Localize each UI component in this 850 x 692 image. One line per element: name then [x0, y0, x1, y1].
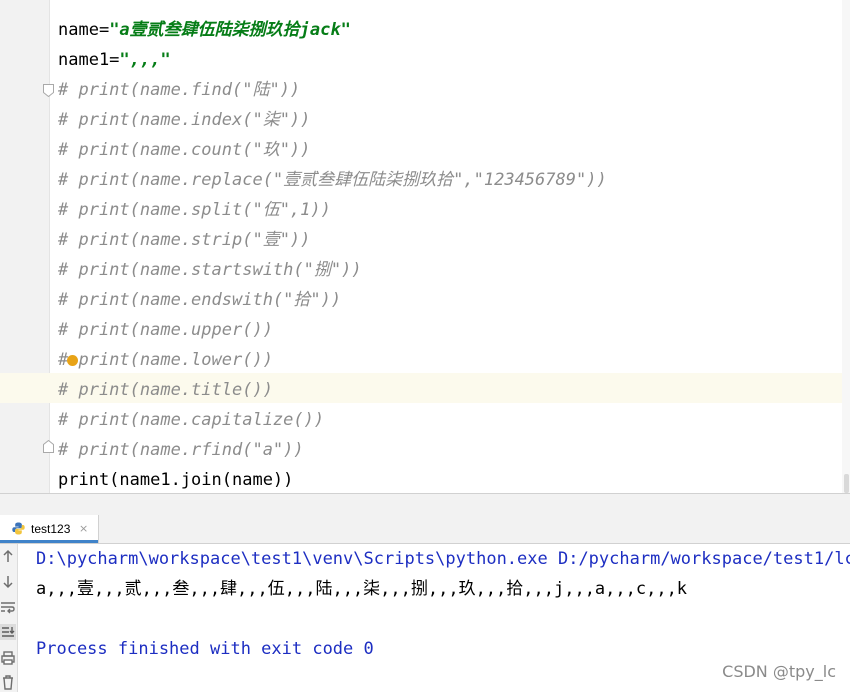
panel-divider[interactable] — [0, 493, 850, 516]
run-tab-test123[interactable]: test123 × — [0, 515, 99, 543]
code-line-16[interactable]: print(name1.join(name)) — [58, 465, 293, 493]
console-exit-status: Process finished with exit code 0 — [36, 639, 374, 659]
string-literal: "a壹贰叁肆伍陆柒捌玖拾jack" — [109, 20, 351, 40]
code-line-7[interactable]: # print(name.split("伍",1)) — [58, 195, 331, 225]
editor-scrollbar-thumb[interactable] — [844, 474, 849, 493]
code-line-15[interactable]: # print(name.rfind("a")) — [58, 435, 304, 465]
print-icon[interactable] — [0, 650, 16, 666]
code-line-8[interactable]: # print(name.strip("壹")) — [58, 225, 310, 255]
code-line-14[interactable]: # print(name.capitalize()) — [58, 405, 324, 435]
console-output-line: a,,,壹,,,贰,,,叁,,,肆,,,伍,,,陆,,,柒,,,捌,,,玖,,,… — [36, 579, 688, 599]
run-tab-label: test123 — [31, 522, 71, 536]
console-command-line: D:\pycharm\workspace\test1\venv\Scripts\… — [36, 549, 850, 569]
run-tool-window-header: test123 × — [0, 515, 850, 544]
code-editor[interactable]: name="a壹贰叁肆伍陆柒捌玖拾jack" name1=",,," # pri… — [0, 0, 850, 493]
code-line-6[interactable]: # print(name.replace("壹贰叁肆伍陆柒捌玖拾","12345… — [58, 165, 607, 195]
code-line-2[interactable]: name1=",,," — [58, 45, 171, 75]
code-line-3[interactable]: # print(name.find("陆")) — [58, 75, 300, 105]
code-line-9[interactable]: # print(name.startswith("捌")) — [58, 255, 362, 285]
code-line-1[interactable]: name="a壹贰叁肆伍陆柒捌玖拾jack" — [58, 15, 351, 45]
arrow-up-icon[interactable] — [0, 549, 16, 565]
code-line-11[interactable]: # print(name.upper()) — [58, 315, 273, 345]
code-line-10[interactable]: # print(name.endswith("拾")) — [58, 285, 341, 315]
fold-end-icon[interactable] — [43, 440, 54, 453]
code-text: name1= — [58, 50, 120, 70]
soft-wrap-icon[interactable] — [0, 599, 16, 615]
code-line-12[interactable]: # print(name.lower()) — [58, 345, 273, 375]
code-text: name= — [58, 20, 110, 40]
delete-icon[interactable] — [0, 674, 16, 690]
run-toolbar — [0, 544, 18, 692]
active-tab-indicator — [0, 540, 98, 543]
code-line-4[interactable]: # print(name.index("柒")) — [58, 105, 310, 135]
arrow-down-icon[interactable] — [0, 574, 16, 590]
scroll-to-end-icon[interactable] — [0, 624, 16, 640]
editor-gutter — [0, 0, 49, 493]
code-line-5[interactable]: # print(name.count("玖")) — [58, 135, 310, 165]
code-line-13[interactable]: # print(name.title()) — [58, 375, 273, 405]
close-icon[interactable]: × — [79, 522, 88, 536]
python-icon — [12, 522, 25, 535]
editor-scrollbar[interactable] — [842, 0, 850, 493]
gutter-separator — [49, 0, 50, 493]
string-literal: ",,," — [119, 50, 171, 70]
csdn-watermark: CSDN @tpy_lc — [722, 662, 836, 681]
intention-bulb-icon[interactable] — [67, 355, 78, 366]
fold-start-icon[interactable] — [43, 84, 54, 97]
